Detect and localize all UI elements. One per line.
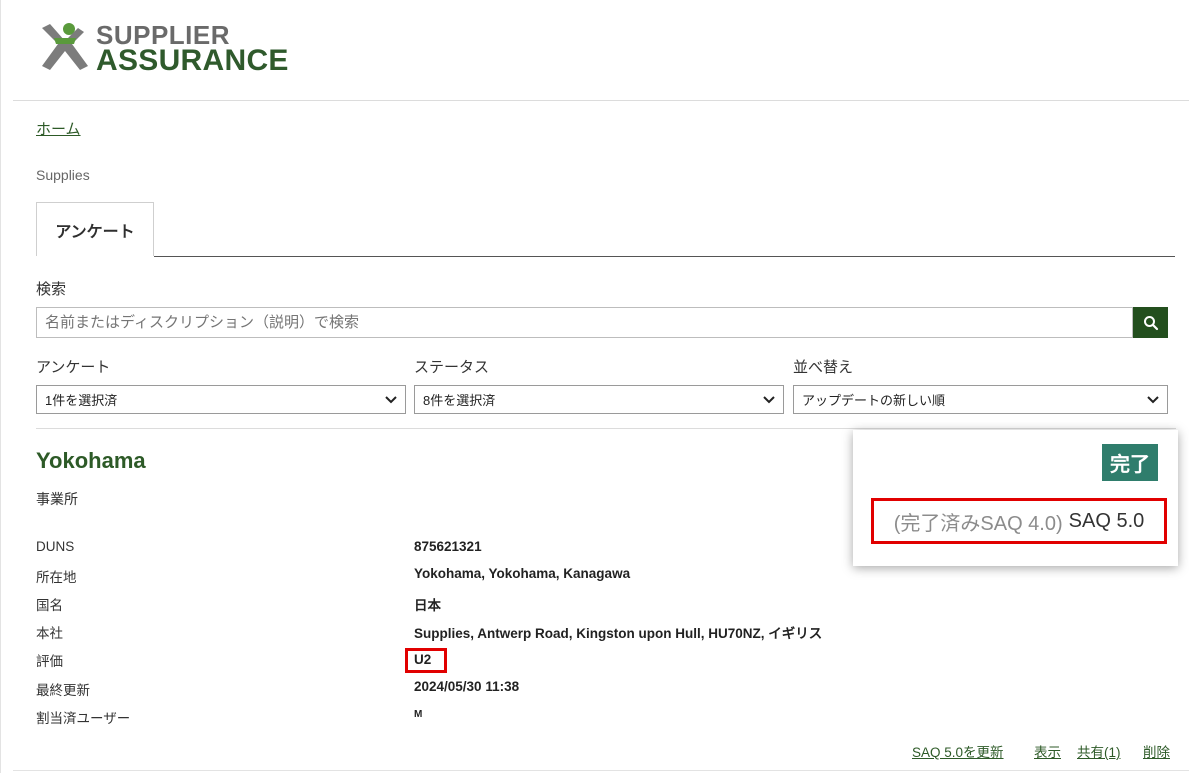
breadcrumb-home-link[interactable]: ホーム [36, 118, 81, 139]
status-badge: 完了 [1102, 444, 1158, 481]
delete-link[interactable]: 削除 [1143, 741, 1170, 761]
field-label-headquarters: 本社 [36, 626, 63, 641]
field-value-country: 日本 [414, 598, 441, 613]
questionnaire-select[interactable]: 1件を選択済 [36, 385, 406, 414]
share-link[interactable]: 共有(1) [1077, 741, 1121, 761]
logo-line2: ASSURANCE [96, 44, 289, 77]
filter-questionnaire-label: アンケート [36, 359, 111, 376]
chevron-down-icon [763, 395, 775, 403]
supplier-assurance-logo[interactable]: SUPPLIER ASSURANCE [38, 20, 288, 80]
tab-bar-line [154, 256, 1175, 257]
saq-current-version: SAQ 5.0 [1068, 509, 1145, 532]
field-label-address: 所在地 [36, 570, 77, 585]
status-select[interactable]: 8件を選択済 [414, 385, 784, 414]
update-saq-link[interactable]: SAQ 5.0を更新 [912, 741, 1004, 761]
location-type: 事業所 [36, 491, 78, 507]
field-value-assigned-user: M [414, 709, 423, 720]
field-value-address: Yokohama, Yokohama, Kanagawa [414, 566, 631, 581]
view-link[interactable]: 表示 [1034, 741, 1061, 761]
sort-select-value: アップデートの新しい順 [802, 393, 946, 408]
logo-mark-icon [42, 23, 88, 70]
field-value-headquarters: Supplies, Antwerp Road, Kingston upon Hu… [414, 626, 823, 641]
questionnaire-select-value: 1件を選択済 [45, 393, 118, 408]
field-label-last-updated: 最終更新 [36, 683, 90, 698]
field-value-duns: 875621321 [414, 539, 482, 554]
search-bar [36, 307, 1168, 338]
search-label: 検索 [36, 281, 67, 298]
search-input[interactable] [36, 307, 1133, 338]
search-button[interactable] [1133, 307, 1168, 338]
field-label-duns: DUNS [36, 539, 75, 554]
location-name[interactable]: Yokohama [36, 448, 146, 474]
results-divider [36, 428, 1176, 429]
chevron-down-icon [1147, 395, 1159, 403]
rating-highlight-box [405, 648, 447, 673]
field-label-rating: 評価 [36, 654, 63, 669]
saq-previous-version: (完了済みSAQ 4.0) [893, 512, 1063, 535]
field-label-assigned-user: 割当済ユーザー [36, 711, 131, 726]
tab-questionnaire[interactable]: アンケート [36, 202, 154, 256]
filter-status-label: ステータス [414, 359, 490, 376]
field-value-last-updated: 2024/05/30 11:38 [414, 679, 520, 694]
saq-version-highlight: (完了済みSAQ 4.0) SAQ 5.0 [871, 498, 1167, 544]
search-icon [1143, 315, 1158, 330]
status-popup-card: 完了 (完了済みSAQ 4.0) SAQ 5.0 [853, 430, 1178, 566]
bottom-divider [13, 770, 1189, 771]
sort-select[interactable]: アップデートの新しい順 [793, 385, 1168, 414]
chevron-down-icon [385, 395, 397, 403]
filter-sort-label: 並べ替え [793, 359, 854, 376]
header-divider [13, 100, 1189, 101]
breadcrumb-current: Supplies [36, 167, 90, 183]
status-select-value: 8件を選択済 [423, 393, 496, 408]
field-label-country: 国名 [36, 598, 63, 613]
